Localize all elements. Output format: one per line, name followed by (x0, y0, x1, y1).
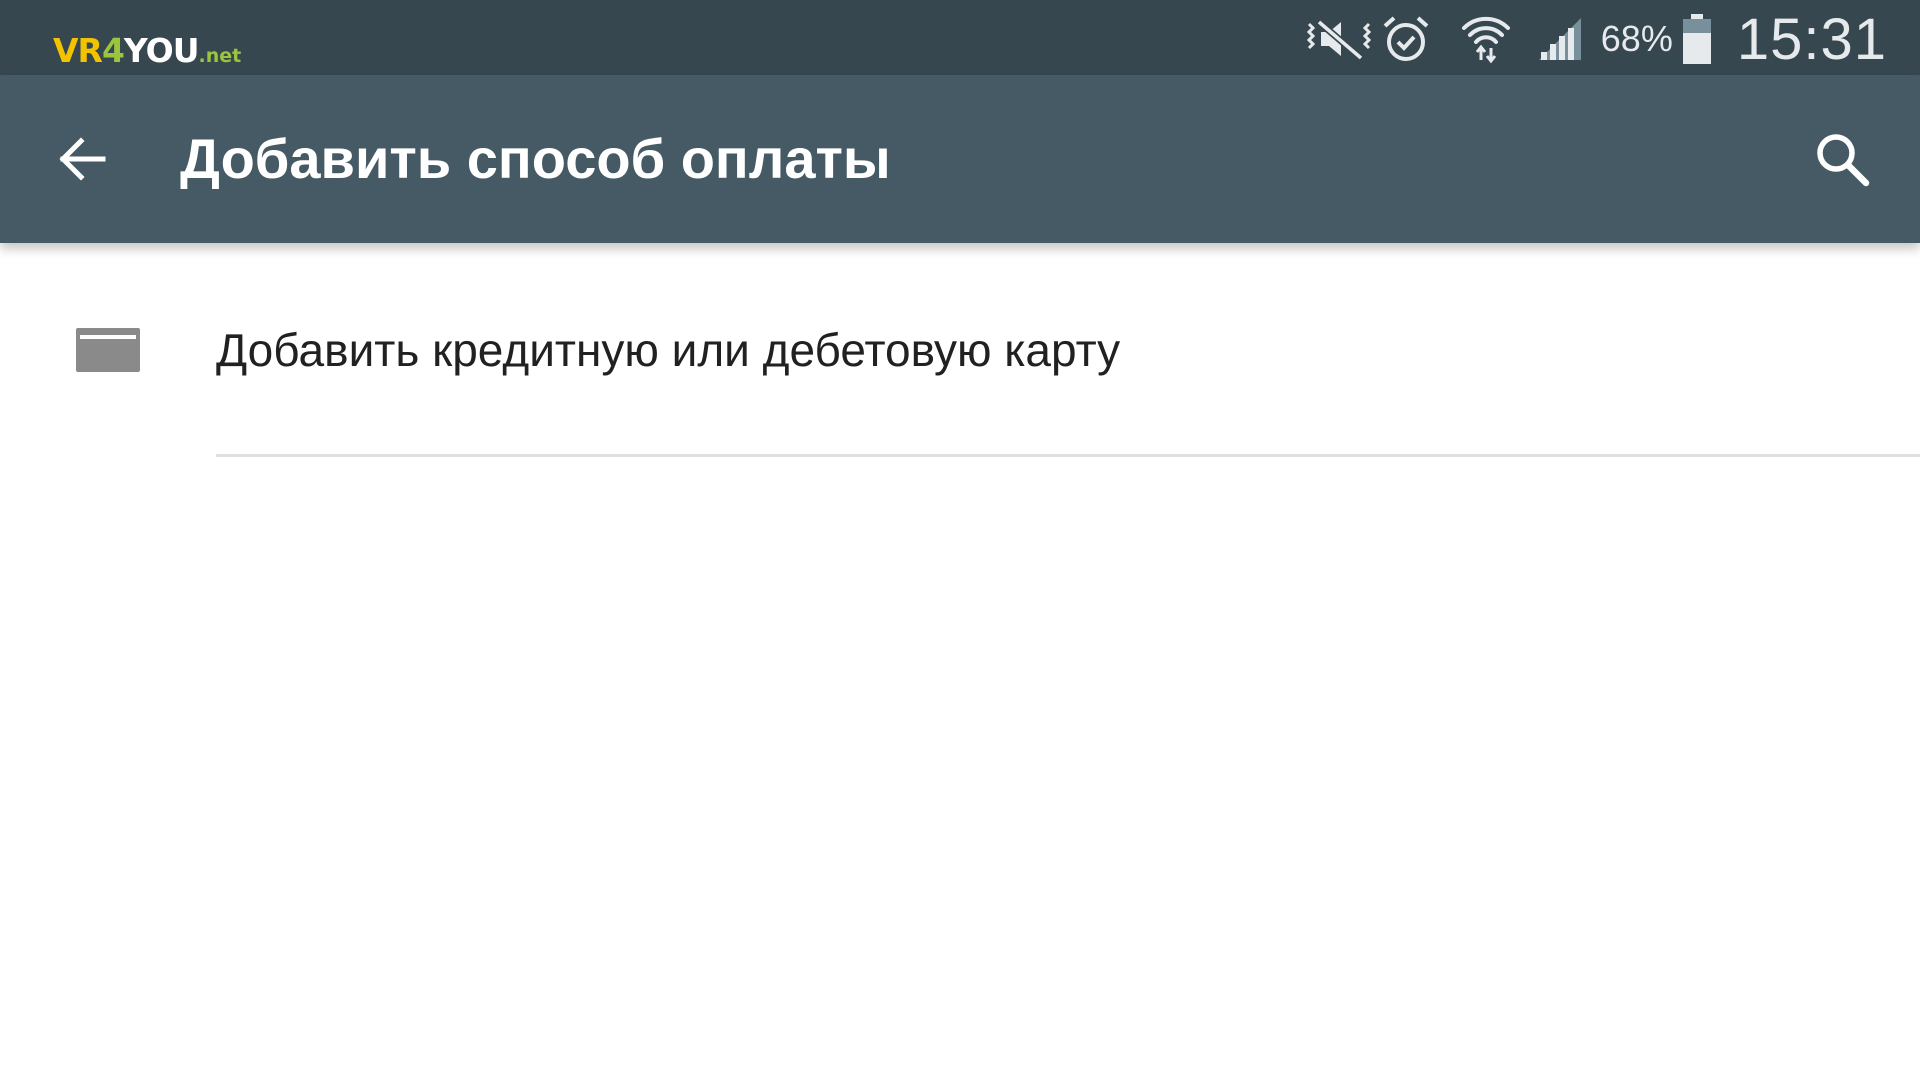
watermark-four: 4 (101, 31, 125, 70)
search-icon (1813, 130, 1871, 188)
watermark-you: YOU (123, 31, 200, 70)
content: Добавить кредитную или дебетовую карту (0, 243, 1920, 1080)
mute-vibrate-icon (1303, 14, 1375, 64)
alarm-icon (1381, 14, 1431, 64)
wifi-icon (1459, 12, 1513, 66)
watermark-vr: VR (53, 31, 103, 70)
back-button[interactable] (44, 121, 120, 197)
watermark-logo: VR4YOU.net (53, 34, 241, 67)
clock: 15:31 (1736, 6, 1887, 72)
status-icons: 68% 15:31 (1303, 6, 1887, 72)
screen: VR4YOU.net 68% 15:31 Добавить способ опл… (0, 0, 1920, 1080)
status-bar: VR4YOU.net 68% 15:31 (0, 0, 1920, 75)
credit-card-icon (76, 328, 140, 372)
divider (216, 454, 1920, 457)
battery-icon (1681, 13, 1713, 65)
app-bar: Добавить способ оплаты (0, 75, 1920, 243)
add-card-label: Добавить кредитную или дебетовую карту (216, 324, 1121, 376)
add-card-option[interactable]: Добавить кредитную или дебетовую карту (0, 243, 1920, 457)
arrow-back-icon (55, 132, 109, 186)
watermark-net: .net (198, 45, 242, 67)
page-title: Добавить способ оплаты (180, 127, 891, 190)
signal-icon (1535, 14, 1585, 64)
battery-percent: 68% (1600, 18, 1673, 59)
search-button[interactable] (1804, 121, 1880, 197)
